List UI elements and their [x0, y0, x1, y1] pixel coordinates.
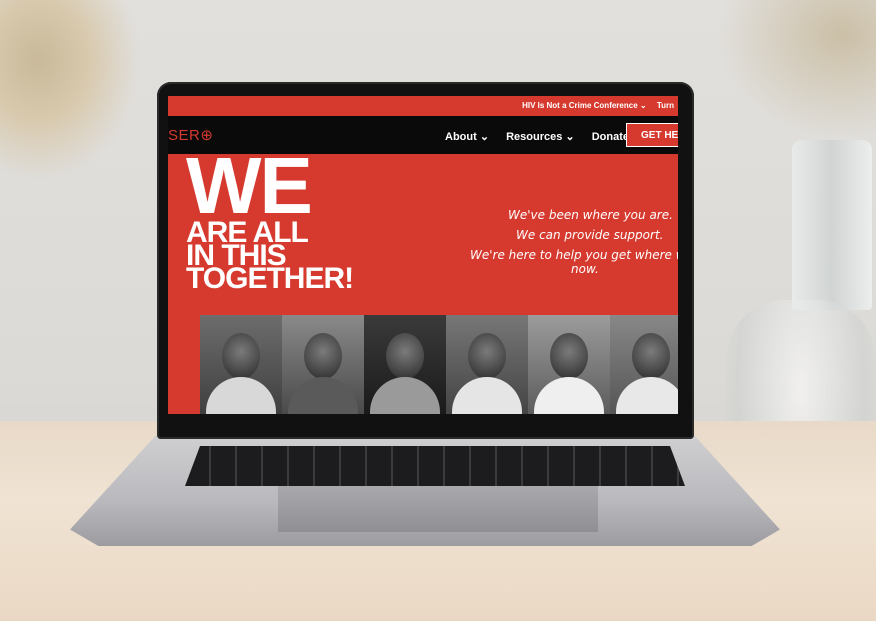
team-photo-strip [200, 315, 678, 414]
team-photo [610, 315, 678, 414]
laptop-keyboard [185, 446, 685, 486]
team-photo [364, 315, 446, 414]
pampas-grass-decor [0, 0, 140, 180]
hero-heading-line4: TOGETHER! [186, 262, 354, 295]
team-photo [282, 315, 364, 414]
hero-heading-we: WE [186, 141, 313, 230]
tagline-4: now. [571, 262, 599, 276]
laptop-trackpad [278, 486, 598, 532]
tagline-1: We've been where you are. [508, 208, 673, 222]
nav-item-resources[interactable]: Resources ⌄ [506, 131, 575, 143]
dried-palm-decor [716, 0, 876, 140]
topbar-link-turn[interactable]: Turn [657, 101, 674, 110]
get-help-button[interactable]: GET HE [626, 123, 678, 147]
announcement-bar: HIV Is Not a Crime Conference ⌄ Turn [168, 96, 678, 116]
team-photo [200, 315, 282, 414]
tagline-3: We're here to help you get where w [470, 248, 678, 262]
nav-item-donate[interactable]: Donate [592, 131, 629, 143]
glass-vase [792, 140, 872, 310]
topbar-link-conference[interactable]: HIV Is Not a Crime Conference ⌄ [522, 101, 647, 110]
laptop-screen: HIV Is Not a Crime Conference ⌄ Turn SER… [168, 96, 678, 414]
tagline-2: We can provide support. [516, 228, 664, 242]
team-photo [446, 315, 528, 414]
team-photo [528, 315, 610, 414]
nav-item-about[interactable]: About ⌄ [445, 131, 489, 143]
